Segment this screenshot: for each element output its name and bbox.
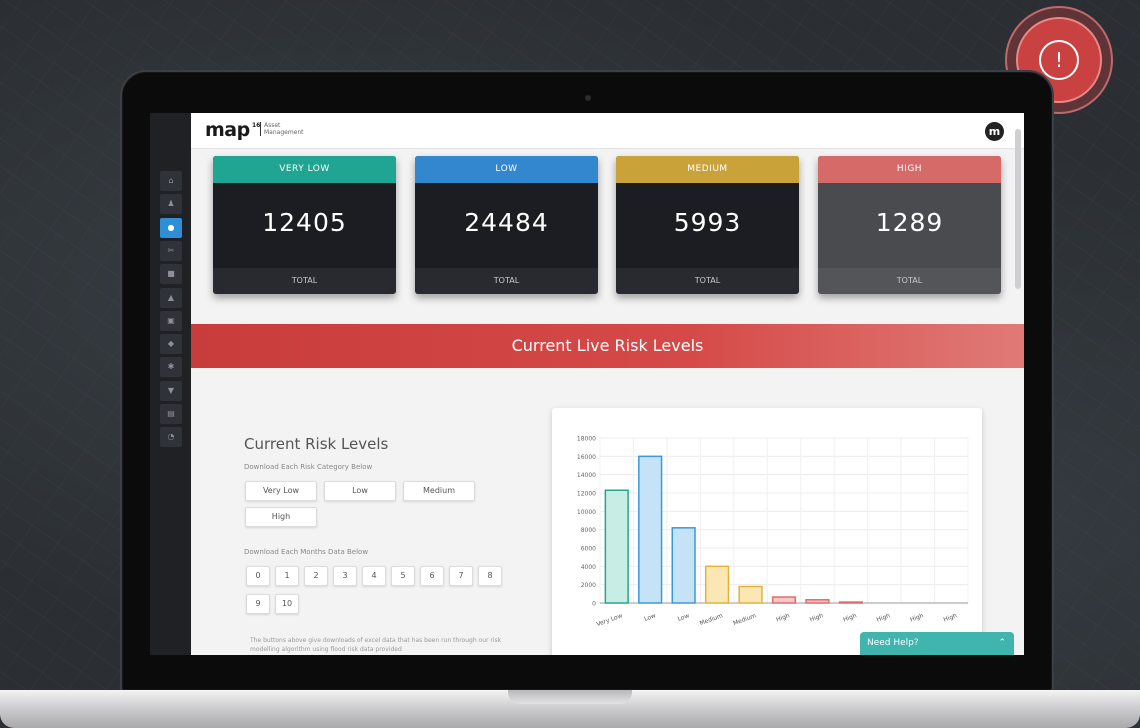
laptop-notch — [508, 690, 632, 704]
bar-0[interactable] — [604, 489, 629, 604]
month-button-4[interactable]: 4 — [362, 566, 386, 586]
panel-title: Current Risk Levels — [244, 435, 389, 453]
risk-bar-chart: 0 2000 4000 6000 8000 10000 12000 14000 16000 180… — [577, 436, 969, 628]
sidebar: ⌂ ♟ ● ✂ ■ ▲ ▣ ◆ ✱ ▼ ▤ ◔ — [150, 113, 191, 655]
category-prompt: Download Each Risk Category Below — [244, 463, 373, 471]
month-button-2[interactable]: 2 — [304, 566, 328, 586]
card-label: HIGH — [818, 156, 1001, 183]
card-label: VERY LOW — [213, 156, 396, 183]
water-drop-icon[interactable]: ● — [160, 217, 182, 238]
download-icon[interactable]: ▼ — [160, 380, 182, 401]
month-button-6[interactable]: 6 — [420, 566, 444, 586]
month-button-1[interactable]: 1 — [275, 566, 299, 586]
bar-5[interactable] — [771, 596, 797, 604]
card-footer: TOTAL — [616, 268, 799, 294]
y-tick-label: 14000 — [577, 472, 596, 479]
user-icon[interactable]: ♟ — [160, 194, 182, 215]
top-bar: map 16 Asset Management m — [191, 113, 1024, 149]
download-low-button[interactable]: Low — [324, 481, 396, 501]
bar-6[interactable] — [805, 599, 830, 604]
webcam — [585, 95, 591, 101]
x-tick-label: Low — [677, 612, 691, 623]
card-value: 24484 — [464, 208, 549, 237]
x-tick-label: High — [943, 612, 959, 623]
month-button-9[interactable]: 9 — [246, 594, 270, 614]
month-button-8[interactable]: 8 — [478, 566, 502, 586]
card-medium: MEDIUM 5993 TOTAL — [616, 156, 799, 294]
download-medium-button[interactable]: Medium — [403, 481, 475, 501]
y-tick-label: 8000 — [581, 527, 596, 534]
y-tick-label: 16000 — [577, 454, 596, 461]
card-footer: TOTAL — [415, 268, 598, 294]
month-button-5[interactable]: 5 — [391, 566, 415, 586]
x-tick-label: Very Low — [596, 612, 624, 628]
calendar-icon[interactable]: ▣ — [160, 310, 182, 331]
bar-4[interactable] — [738, 585, 763, 604]
exclamation-icon: ! — [1039, 40, 1079, 80]
settings-icon[interactable]: ✱ — [160, 357, 182, 378]
y-tick-label: 0 — [592, 601, 596, 608]
y-tick-label: 12000 — [577, 491, 596, 498]
bar-7[interactable] — [838, 601, 864, 604]
y-tick-label: 6000 — [581, 546, 596, 553]
card-value: 5993 — [673, 208, 742, 237]
need-help-tab[interactable]: Need Help? ⌃ — [860, 632, 1014, 655]
bar-1[interactable] — [638, 455, 663, 604]
card-value: 12405 — [262, 208, 347, 237]
x-tick-label: High — [842, 612, 858, 623]
network-icon[interactable]: ✂ — [160, 240, 182, 261]
risk-chart-card: 0 2000 4000 6000 8000 10000 12000 14000 16000 180… — [552, 408, 982, 655]
y-tick-label: 2000 — [581, 582, 596, 589]
month-button-10[interactable]: 10 — [275, 594, 299, 614]
x-tick-label: Low — [643, 612, 657, 623]
x-tick-label: Medium — [732, 612, 757, 627]
y-tick-label: 4000 — [581, 564, 596, 571]
user-avatar[interactable]: m — [985, 122, 1004, 141]
bar-2[interactable] — [671, 527, 696, 604]
card-label: MEDIUM — [616, 156, 799, 183]
x-tick-label: High — [876, 612, 892, 623]
chat-icon[interactable]: ◔ — [160, 427, 182, 448]
alert-icon[interactable]: ▲ — [160, 287, 182, 308]
x-tick-label: High — [809, 612, 825, 623]
card-footer: TOTAL — [213, 268, 396, 294]
risk-banner: Current Live Risk Levels — [191, 324, 1024, 368]
logo[interactable]: map — [205, 119, 250, 141]
logo-subtitle: Asset Management — [260, 122, 320, 136]
download-very-low-button[interactable]: Very Low — [245, 481, 317, 501]
x-tick-label: High — [909, 612, 925, 623]
y-tick-label: 10000 — [577, 509, 596, 516]
scrollbar[interactable] — [1015, 129, 1021, 289]
table-icon[interactable]: ▤ — [160, 404, 182, 424]
y-tick-label: 18000 — [577, 436, 596, 443]
month-prompt: Download Each Months Data Below — [244, 548, 369, 556]
banner-title: Current Live Risk Levels — [511, 336, 704, 355]
bar-3[interactable] — [704, 565, 730, 604]
chevron-up-icon: ⌃ — [998, 638, 1006, 648]
download-high-button[interactable]: High — [245, 507, 317, 527]
card-high: HIGH 1289 TOTAL — [818, 156, 1001, 294]
card-very-low: VERY LOW 12405 TOTAL — [213, 156, 396, 294]
card-label: LOW — [415, 156, 598, 183]
need-help-label: Need Help? — [867, 638, 919, 648]
download-note: The buttons above give downloads of exce… — [250, 637, 502, 653]
month-button-7[interactable]: 7 — [449, 566, 473, 586]
x-tick-label: High — [775, 612, 791, 623]
home-icon[interactable]: ⌂ — [160, 171, 182, 191]
shield-icon[interactable]: ◆ — [160, 334, 182, 355]
document-icon[interactable]: ■ — [160, 264, 182, 285]
month-button-0[interactable]: 0 — [246, 566, 270, 586]
x-tick-label: Medium — [699, 612, 724, 627]
card-value: 1289 — [875, 208, 944, 237]
card-low: LOW 24484 TOTAL — [415, 156, 598, 294]
month-button-3[interactable]: 3 — [333, 566, 357, 586]
app-screen: ⌂ ♟ ● ✂ ■ ▲ ▣ ◆ ✱ ▼ ▤ ◔ map 16 Asset Management m V… — [150, 113, 1024, 655]
card-footer: TOTAL — [818, 268, 1001, 294]
